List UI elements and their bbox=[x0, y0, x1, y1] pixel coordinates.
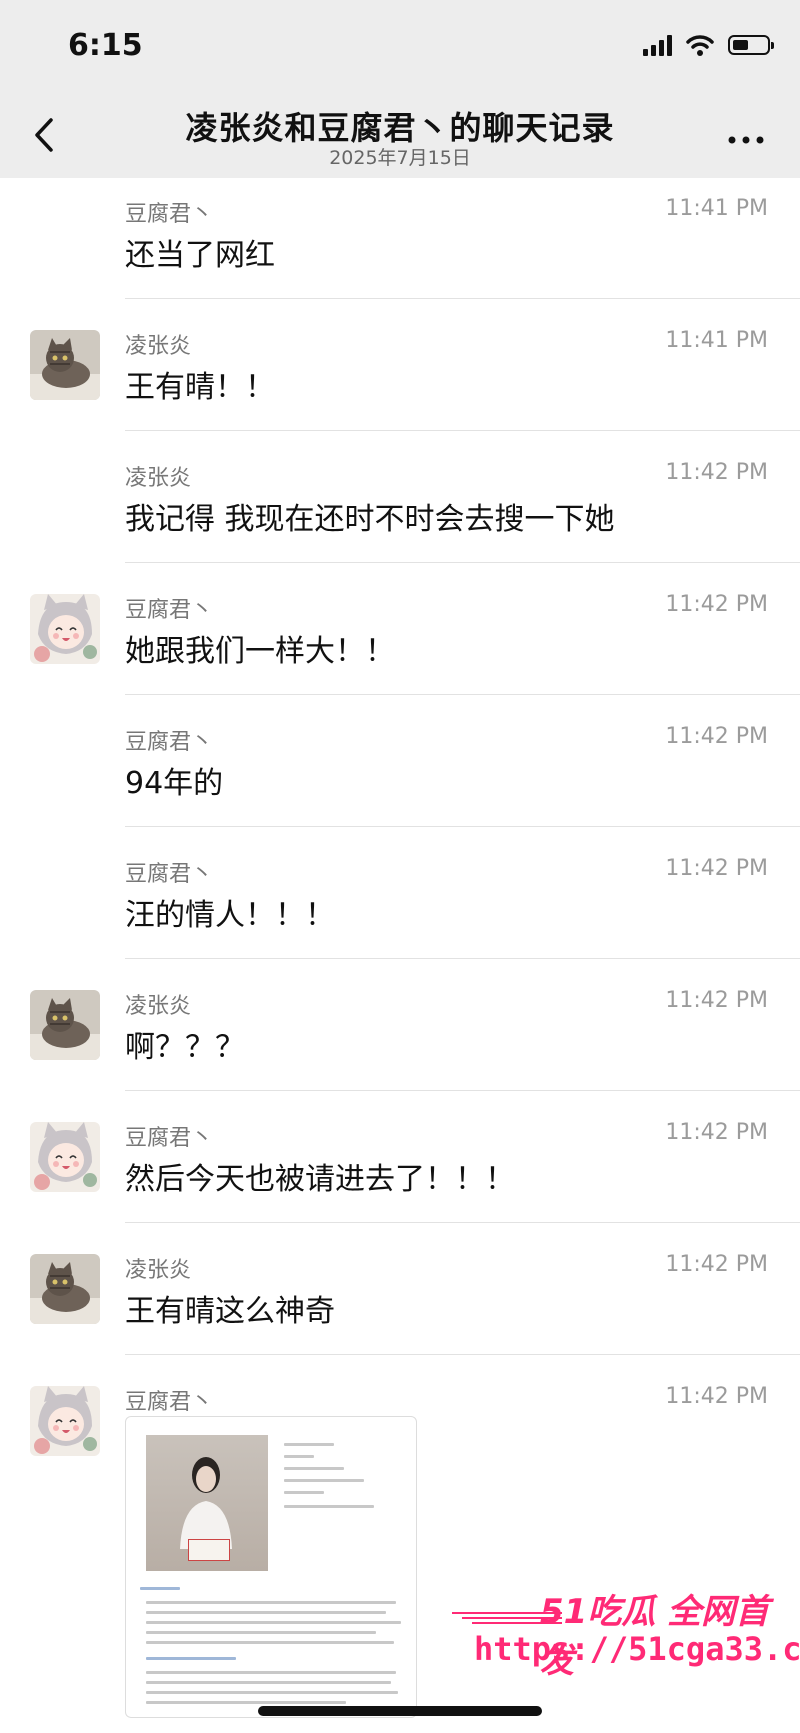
message-time: 11:42 PM bbox=[665, 460, 768, 485]
avatar-anime[interactable] bbox=[30, 1386, 100, 1456]
message-sender: 豆腐君丶 bbox=[125, 1126, 214, 1151]
message-time: 11:42 PM bbox=[665, 724, 768, 749]
message-divider bbox=[125, 1354, 800, 1355]
message-text: 啊？？？ bbox=[125, 1030, 245, 1065]
message-text: 王有晴这么神奇 bbox=[125, 1294, 335, 1329]
signal-icon bbox=[643, 34, 672, 56]
message-time: 11:42 PM bbox=[665, 988, 768, 1013]
message-text: 我记得 我现在还时不时会去搜一下她 bbox=[125, 502, 615, 537]
message-sender: 凌张炎 bbox=[125, 466, 192, 491]
message-divider bbox=[125, 1222, 800, 1223]
home-indicator[interactable] bbox=[258, 1706, 542, 1716]
message-time: 11:41 PM bbox=[665, 196, 768, 221]
message-text: 她跟我们一样大！！ bbox=[125, 634, 395, 669]
message-time: 11:42 PM bbox=[665, 1252, 768, 1277]
message-sender: 凌张炎 bbox=[125, 994, 192, 1019]
document-image[interactable] bbox=[125, 1416, 417, 1718]
message-text: 94年的 bbox=[125, 766, 224, 801]
message-sender: 豆腐君丶 bbox=[125, 598, 214, 623]
more-button[interactable] bbox=[728, 118, 764, 153]
message-sender: 凌张炎 bbox=[125, 334, 192, 359]
message-text: 汪的情人！！！ bbox=[125, 898, 335, 933]
message-time: 11:42 PM bbox=[665, 1120, 768, 1145]
top-bar: 6:15 凌张炎和豆腐君丶的聊天记录 2025年7月15日 bbox=[0, 0, 800, 178]
message-text: 王有晴！！ bbox=[125, 370, 275, 405]
message-divider bbox=[125, 430, 800, 431]
avatar-anime[interactable] bbox=[30, 1122, 100, 1192]
message-divider bbox=[125, 298, 800, 299]
message-divider bbox=[125, 1090, 800, 1091]
portrait-photo bbox=[146, 1435, 268, 1571]
wifi-icon bbox=[686, 35, 714, 56]
message-text: 还当了网红 bbox=[125, 238, 275, 273]
status-icons bbox=[643, 34, 774, 56]
message-time: 11:42 PM bbox=[665, 1384, 768, 1409]
message-divider bbox=[125, 826, 800, 827]
avatar-cat[interactable] bbox=[30, 330, 100, 400]
chat-date: 2025年7月15日 bbox=[329, 147, 471, 169]
avatar-anime[interactable] bbox=[30, 594, 100, 664]
avatar-cat[interactable] bbox=[30, 1254, 100, 1324]
message-time: 11:41 PM bbox=[665, 328, 768, 353]
battery-icon bbox=[728, 35, 774, 55]
message-sender: 豆腐君丶 bbox=[125, 730, 214, 755]
watermark-url: https://51cga33.com bbox=[474, 1630, 800, 1668]
message-text: 然后今天也被请进去了！！！ bbox=[125, 1162, 515, 1197]
more-icon bbox=[728, 136, 764, 144]
message-sender: 豆腐君丶 bbox=[125, 862, 214, 887]
message-divider bbox=[125, 958, 800, 959]
message-divider bbox=[125, 562, 800, 563]
message-sender: 豆腐君丶 bbox=[125, 1390, 214, 1415]
message-sender: 凌张炎 bbox=[125, 1258, 192, 1283]
message-time: 11:42 PM bbox=[665, 592, 768, 617]
message-time: 11:42 PM bbox=[665, 856, 768, 881]
status-time: 6:15 bbox=[68, 28, 143, 63]
message-divider bbox=[125, 694, 800, 695]
message-sender: 豆腐君丶 bbox=[125, 202, 214, 227]
avatar-cat[interactable] bbox=[30, 990, 100, 1060]
